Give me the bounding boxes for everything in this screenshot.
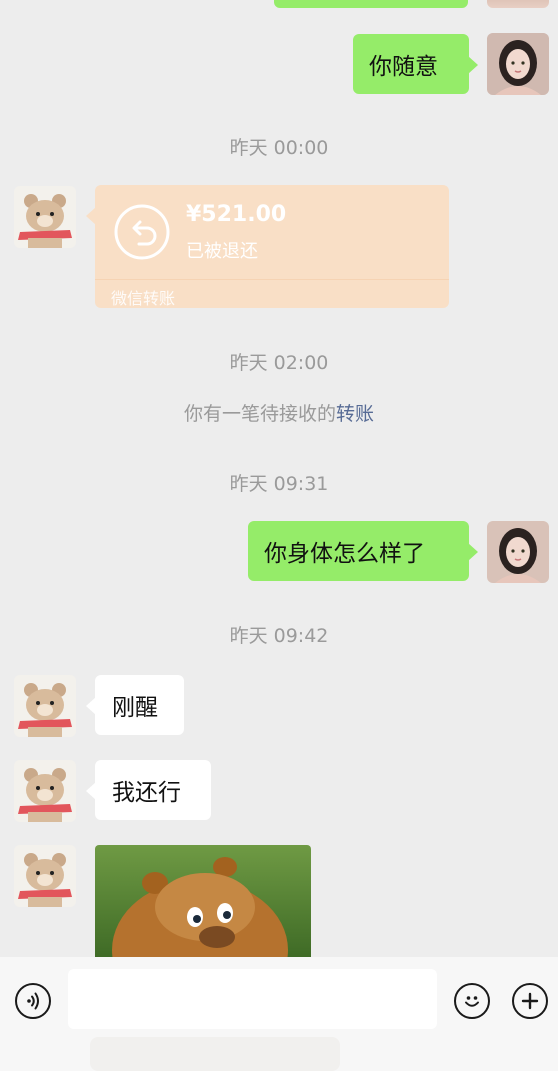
system-notice: 你有一笔待接收的转账 xyxy=(0,399,558,426)
image-message[interactable] xyxy=(95,845,311,957)
avatar-me[interactable] xyxy=(487,521,549,583)
message-text: 刚醒 xyxy=(112,695,158,721)
emoji-icon[interactable] xyxy=(454,983,490,1019)
timestamp: 昨天 02:00 xyxy=(229,352,329,374)
system-notice-text: 你有一笔待接收的 xyxy=(183,403,336,425)
partial-message-bubble[interactable] xyxy=(274,0,468,8)
bear-avatar-icon xyxy=(14,845,76,907)
timestamp: 昨天 00:00 xyxy=(229,137,329,159)
voice-icon[interactable] xyxy=(15,983,51,1019)
transfer-amount: ¥521.00 xyxy=(186,202,287,227)
message-bubble-me[interactable]: 你身体怎么样了 xyxy=(248,521,478,581)
message-text: 你身体怎么样了 xyxy=(264,541,425,567)
avatar-them[interactable] xyxy=(14,845,76,907)
avatar-them[interactable] xyxy=(14,675,76,737)
avatar-them[interactable] xyxy=(14,186,76,248)
plus-icon[interactable] xyxy=(512,983,548,1019)
message-bubble-them[interactable]: 我还行 xyxy=(86,760,211,820)
bear-avatar-icon xyxy=(14,760,76,822)
avatar-them[interactable] xyxy=(14,760,76,822)
transfer-card[interactable]: ¥521.00 已被退还 微信转账 xyxy=(86,185,449,308)
message-text: 我还行 xyxy=(112,780,181,806)
message-text: 你随意 xyxy=(369,54,438,80)
bottom-panel-edge xyxy=(90,1037,340,1071)
bear-avatar-icon xyxy=(14,675,76,737)
bear-avatar-icon xyxy=(14,186,76,248)
bear-sticker-image xyxy=(95,845,311,957)
transfer-divider xyxy=(95,279,449,280)
timestamp: 昨天 09:42 xyxy=(229,625,329,647)
timestamp: 昨天 09:31 xyxy=(229,473,329,495)
refund-arrow-icon xyxy=(113,203,171,261)
avatar-me[interactable] xyxy=(487,33,549,95)
message-bubble-them[interactable]: 刚醒 xyxy=(86,675,184,735)
message-input[interactable] xyxy=(68,969,437,1029)
transfer-footer: 微信转账 xyxy=(111,289,176,308)
transfer-link[interactable]: 转账 xyxy=(336,403,374,425)
input-bar xyxy=(0,957,558,1071)
message-bubble-me[interactable]: 你随意 xyxy=(353,34,478,94)
transfer-status: 已被退还 xyxy=(186,241,258,262)
partial-avatar-me[interactable] xyxy=(487,0,549,8)
